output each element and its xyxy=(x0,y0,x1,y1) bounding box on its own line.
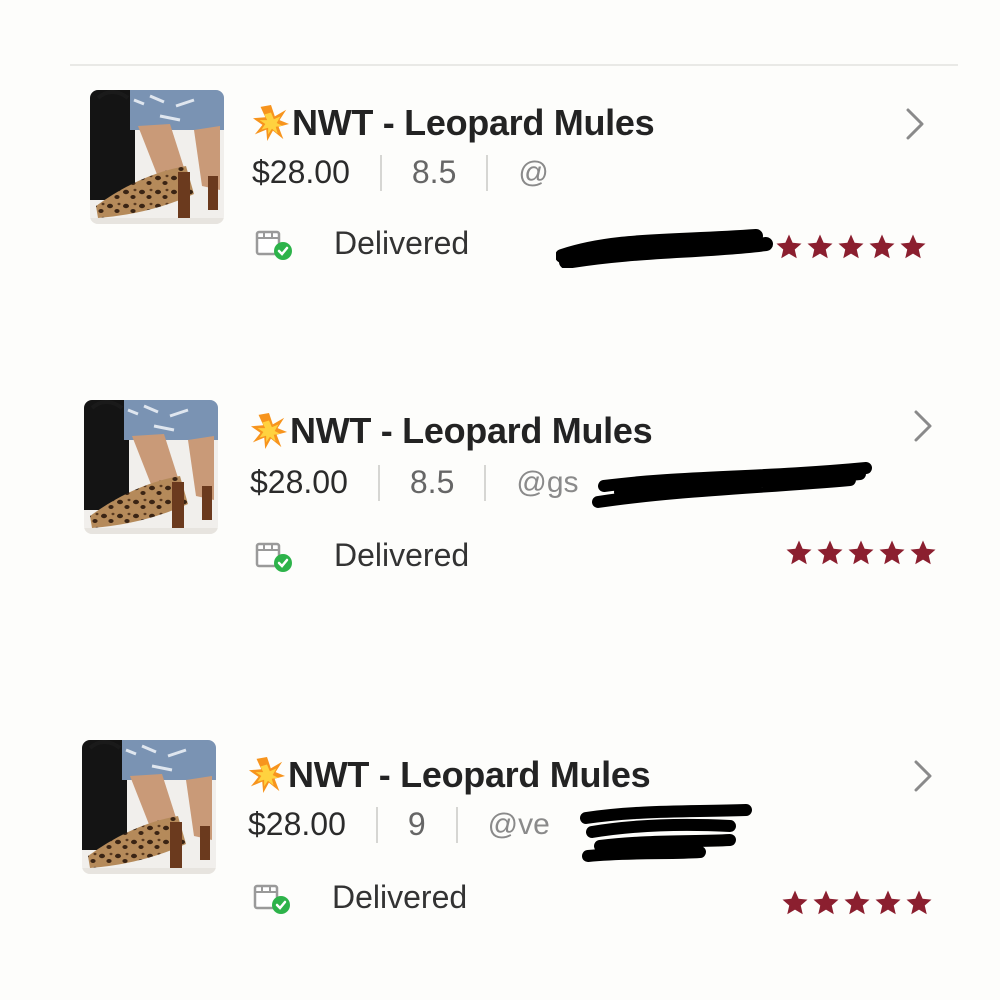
star-icon xyxy=(817,540,843,565)
meta-divider xyxy=(484,464,487,501)
leopard-mule-image xyxy=(84,400,218,534)
seller-username[interactable]: @ xyxy=(518,156,548,190)
star-icon xyxy=(906,890,932,915)
leopard-mule-image xyxy=(82,740,216,874)
list-top-divider xyxy=(70,64,958,66)
star-icon xyxy=(813,890,839,915)
chevron-right-icon[interactable] xyxy=(906,756,940,796)
order-list-item[interactable]: NWT - Leopard Mules $28.00 8.5 @gs Deliv… xyxy=(0,390,1000,590)
order-price: $28.00 xyxy=(248,806,346,842)
product-thumbnail[interactable] xyxy=(84,400,218,534)
delivery-status: Delivered xyxy=(254,536,469,574)
package-delivered-icon xyxy=(252,878,292,916)
collision-burst-icon xyxy=(252,104,290,142)
order-price: $28.00 xyxy=(250,464,348,500)
order-size: 8.5 xyxy=(411,154,457,190)
order-meta: $28.00 9 @ve xyxy=(248,806,550,843)
order-title-text: NWT - Leopard Mules xyxy=(290,410,653,451)
order-meta: $28.00 8.5 @ xyxy=(252,154,549,191)
redaction-mark xyxy=(592,462,872,508)
product-thumbnail[interactable] xyxy=(82,740,216,874)
star-icon xyxy=(776,234,802,259)
order-size: 8.5 xyxy=(409,464,455,500)
star-icon xyxy=(838,234,864,259)
chevron-right-icon[interactable] xyxy=(906,406,940,446)
order-title[interactable]: NWT - Leopard Mules xyxy=(250,410,653,452)
order-price: $28.00 xyxy=(252,154,350,190)
star-icon xyxy=(844,890,870,915)
star-rating xyxy=(784,538,938,568)
delivery-status: Delivered xyxy=(252,878,467,916)
status-text: Delivered xyxy=(334,224,470,261)
order-title-text: NWT - Leopard Mules xyxy=(288,754,651,795)
package-delivered-icon xyxy=(254,224,294,262)
order-title-text: NWT - Leopard Mules xyxy=(292,102,655,143)
status-text: Delivered xyxy=(334,536,470,573)
meta-divider xyxy=(379,154,382,191)
order-title[interactable]: NWT - Leopard Mules xyxy=(248,754,651,796)
collision-burst-icon xyxy=(248,756,286,794)
order-list-item[interactable]: NWT - Leopard Mules $28.00 9 @ve Deliver… xyxy=(0,730,1000,930)
order-size: 9 xyxy=(407,806,426,842)
meta-divider xyxy=(455,806,458,843)
star-icon xyxy=(782,890,808,915)
chevron-right-icon[interactable] xyxy=(898,104,932,144)
star-rating xyxy=(780,888,934,918)
package-delivered-icon xyxy=(254,536,294,574)
star-icon xyxy=(848,540,874,565)
star-icon xyxy=(900,234,926,259)
star-icon xyxy=(879,540,905,565)
redaction-mark xyxy=(556,229,773,268)
redaction-mark xyxy=(580,804,752,862)
order-title[interactable]: NWT - Leopard Mules xyxy=(252,102,655,144)
meta-divider xyxy=(377,464,380,501)
star-icon xyxy=(869,234,895,259)
delivery-status: Delivered xyxy=(254,224,469,262)
meta-divider xyxy=(375,806,378,843)
product-thumbnail[interactable] xyxy=(90,90,224,224)
leopard-mule-image xyxy=(90,90,224,224)
meta-divider xyxy=(486,154,489,191)
star-icon xyxy=(786,540,812,565)
seller-username[interactable]: @gs xyxy=(516,466,578,500)
seller-username[interactable]: @ve xyxy=(488,808,550,842)
star-icon xyxy=(807,234,833,259)
status-text: Delivered xyxy=(332,878,468,915)
star-rating xyxy=(774,232,928,262)
collision-burst-icon xyxy=(250,412,288,450)
order-meta: $28.00 8.5 @gs xyxy=(250,464,579,501)
star-icon xyxy=(910,540,936,565)
star-icon xyxy=(875,890,901,915)
order-list-item[interactable]: NWT - Leopard Mules $28.00 8.5 @ Deliver… xyxy=(0,80,1000,280)
